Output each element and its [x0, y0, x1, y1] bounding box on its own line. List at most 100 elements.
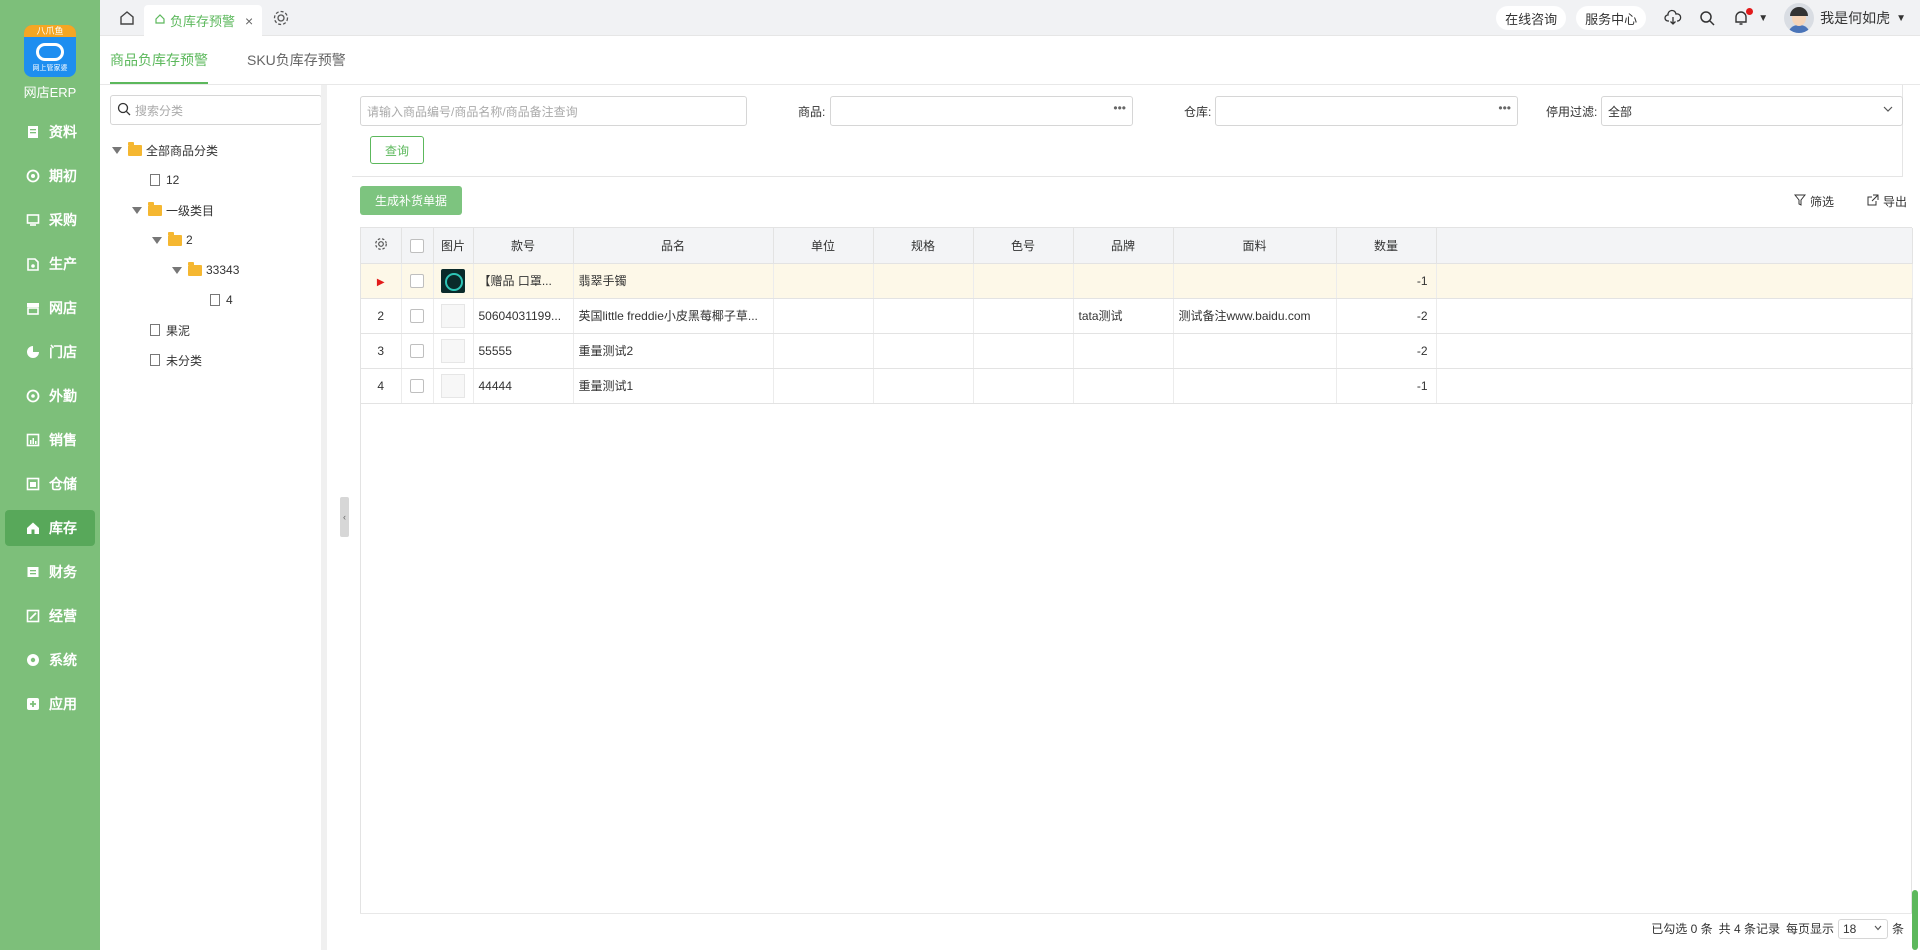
- row-index: 4: [361, 368, 402, 404]
- collapse-panel-handle[interactable]: ‹: [340, 497, 349, 537]
- service-center-button[interactable]: 服务中心: [1576, 6, 1647, 30]
- disabled-filter-select[interactable]: 全部: [1601, 96, 1903, 126]
- row-checkbox[interactable]: [410, 308, 424, 323]
- more-dots-icon[interactable]: •••: [1498, 101, 1511, 115]
- cell-name: 重量测试1: [573, 368, 774, 404]
- column-header-spec[interactable]: 规格: [873, 228, 974, 264]
- expand-arrow-icon[interactable]: [172, 266, 182, 274]
- column-header-fabric[interactable]: 面料: [1173, 228, 1337, 264]
- online-consult-button[interactable]: 在线咨询: [1496, 6, 1567, 30]
- tree-node-fruit-puree[interactable]: 果泥: [112, 315, 239, 345]
- image-placeholder-icon: [441, 338, 465, 363]
- row-checkbox-cell[interactable]: [401, 368, 434, 404]
- more-dots-icon[interactable]: •••: [1113, 101, 1126, 115]
- gear-icon[interactable]: [374, 237, 388, 254]
- close-tab-icon[interactable]: ×: [245, 13, 253, 29]
- chevron-down-icon[interactable]: ▼: [1758, 13, 1768, 24]
- tab-negative-stock-alert[interactable]: 负库存预警 ×: [144, 5, 262, 36]
- nav-item-home[interactable]: 库存: [5, 510, 95, 546]
- keyword-search-input[interactable]: 请输入商品编号/商品名称/商品备注查询: [360, 96, 747, 126]
- page-size-select[interactable]: 18: [1837, 918, 1888, 939]
- table-row[interactable]: 3 55555 重量测试2 -2: [361, 333, 1913, 369]
- column-header-name[interactable]: 品名: [573, 228, 774, 264]
- nav-item-cart[interactable]: 采购: [5, 202, 95, 238]
- tab-sku-negative-stock[interactable]: SKU负库存预警: [247, 50, 346, 82]
- row-checkbox[interactable]: [410, 378, 424, 393]
- select-all-checkbox[interactable]: [410, 238, 424, 253]
- tree-node-label: 一级类目: [166, 203, 215, 218]
- product-thumbnail[interactable]: [441, 268, 465, 293]
- tab-product-negative-stock[interactable]: 商品负库存预警: [110, 50, 208, 84]
- nav-item-chart[interactable]: 销售: [5, 422, 95, 458]
- row-checkbox-cell[interactable]: [401, 333, 434, 369]
- tree-node-33343[interactable]: 33343: [112, 255, 239, 285]
- row-image-cell[interactable]: [433, 298, 474, 334]
- nav-item-wallet[interactable]: 财务: [5, 554, 95, 590]
- nav-item-gear[interactable]: 系统: [5, 642, 95, 678]
- expand-arrow-icon[interactable]: [112, 146, 122, 154]
- export-label: 导出: [1883, 195, 1908, 209]
- cell-unit: [773, 298, 874, 334]
- select-all-cell[interactable]: [401, 228, 434, 264]
- column-header-brand[interactable]: 品牌: [1073, 228, 1174, 264]
- row-checkbox[interactable]: [410, 273, 424, 288]
- nav-item-factory[interactable]: 生产: [5, 246, 95, 282]
- generate-replenishment-button[interactable]: 生成补货单据: [360, 186, 462, 215]
- nav-item-warehouse[interactable]: 仓储: [5, 466, 95, 502]
- row-checkbox-cell[interactable]: [401, 263, 434, 299]
- export-button[interactable]: 导出: [1867, 193, 1907, 210]
- nav-item-edit[interactable]: 经营: [5, 598, 95, 634]
- tree-node-uncategorized[interactable]: 未分类: [112, 345, 239, 375]
- table-row[interactable]: ▶ 【赠品 口罩... 翡翠手镯 -1: [361, 263, 1913, 299]
- row-checkbox-cell[interactable]: [401, 298, 434, 334]
- warehouse-select-input[interactable]: •••: [1215, 96, 1518, 126]
- tree-node-2[interactable]: 2: [112, 225, 239, 255]
- table-row[interactable]: 2 50604031199... 英国little freddie小皮黑莓椰子草…: [361, 298, 1913, 334]
- column-header-image[interactable]: 图片: [433, 228, 474, 264]
- column-settings-cell[interactable]: [361, 228, 402, 264]
- nav-item-pie[interactable]: 门店: [5, 334, 95, 370]
- nav-item-plus[interactable]: 应用: [5, 686, 95, 722]
- page-scrollbar[interactable]: [1912, 890, 1918, 950]
- tree-node-4[interactable]: 4: [112, 285, 239, 315]
- product-select-input[interactable]: •••: [830, 96, 1133, 126]
- table-row[interactable]: 4 44444 重量测试1 -1: [361, 368, 1913, 404]
- tree-node-all[interactable]: 全部商品分类: [112, 135, 239, 165]
- cell-color: [973, 263, 1074, 299]
- row-image-cell[interactable]: [433, 263, 474, 299]
- tab-settings-gear-icon[interactable]: [272, 9, 290, 27]
- tree-node-12[interactable]: 12: [112, 165, 239, 195]
- tree-node-level1[interactable]: 一级类目: [112, 195, 239, 225]
- avatar[interactable]: [1784, 3, 1815, 33]
- search-icon[interactable]: [1697, 8, 1717, 28]
- column-header-unit[interactable]: 单位: [773, 228, 874, 264]
- app-logo[interactable]: 八爪鱼 网上管家婆: [24, 25, 76, 77]
- top-bar: 负库存预警 × 在线咨询 服务中心 ▼ 我是何如虎 ▼: [100, 0, 1920, 36]
- main-nav: 资料期初采购生产网店门店外勤销售仓储库存财务经营系统应用: [5, 114, 95, 730]
- tree-scrollbar[interactable]: [321, 85, 327, 950]
- cloud-download-icon[interactable]: [1663, 8, 1683, 28]
- nav-item-store[interactable]: 网店: [5, 290, 95, 326]
- column-header-code[interactable]: 款号: [473, 228, 574, 264]
- category-search-input[interactable]: 搜索分类: [110, 95, 322, 125]
- username[interactable]: 我是何如虎: [1820, 8, 1890, 28]
- column-header-qty[interactable]: 数量: [1336, 228, 1437, 264]
- page-size-value: 18: [1842, 921, 1857, 936]
- expand-arrow-icon[interactable]: [152, 236, 162, 244]
- gear-icon: [25, 652, 41, 668]
- expand-arrow-icon[interactable]: [132, 206, 142, 214]
- home-icon[interactable]: [118, 9, 136, 27]
- cell-qty: -2: [1336, 298, 1437, 334]
- row-image-cell[interactable]: [433, 333, 474, 369]
- user-menu-chevron-icon[interactable]: ▼: [1896, 13, 1906, 24]
- disabled-filter-value: 全部: [1608, 104, 1633, 119]
- nav-item-target[interactable]: 期初: [5, 158, 95, 194]
- bell-icon[interactable]: [1731, 8, 1754, 28]
- filter-button[interactable]: 筛选: [1793, 193, 1834, 210]
- row-checkbox[interactable]: [410, 343, 424, 358]
- row-image-cell[interactable]: [433, 368, 474, 404]
- query-button[interactable]: 查询: [370, 136, 424, 164]
- nav-item-compass[interactable]: 外勤: [5, 378, 95, 414]
- nav-item-document[interactable]: 资料: [5, 114, 95, 150]
- column-header-color[interactable]: 色号: [973, 228, 1074, 264]
